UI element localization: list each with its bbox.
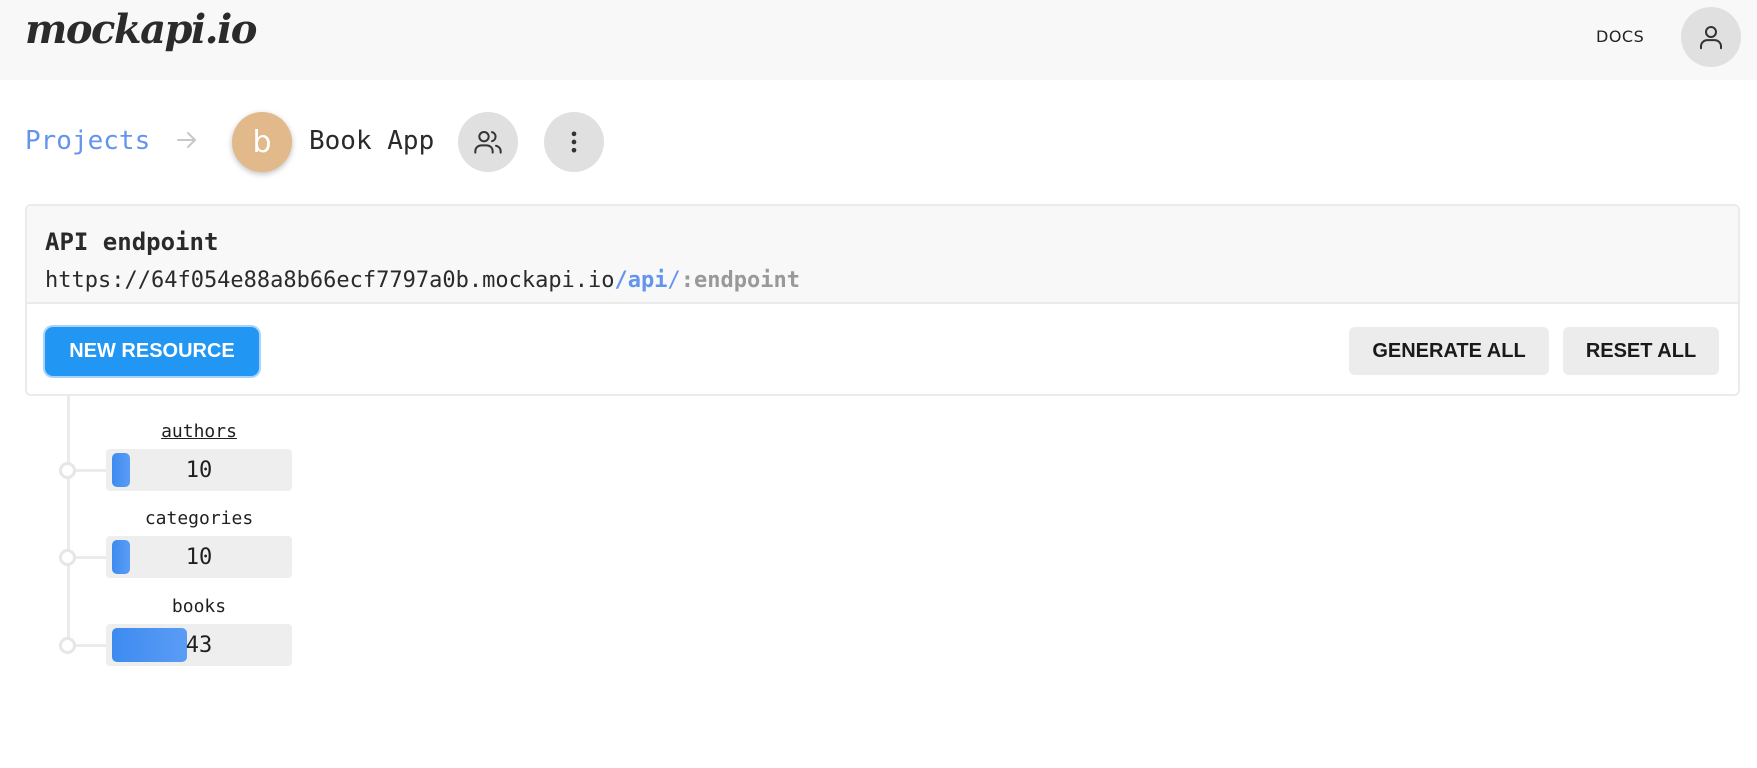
project-members-button[interactable]: [458, 112, 518, 172]
api-endpoint-title: API endpoint: [45, 228, 219, 256]
user-menu-button[interactable]: [1681, 7, 1741, 67]
logo[interactable]: mockapi.io: [25, 6, 257, 53]
resource-name[interactable]: books: [106, 596, 292, 617]
user-icon: [1700, 26, 1722, 50]
resource-count: 43: [185, 632, 213, 658]
breadcrumb-projects-link[interactable]: Projects: [25, 126, 150, 156]
endpoint-base: https://64f054e88a8b66ecf7797a0b.mockapi…: [45, 268, 615, 293]
arrow-right-icon: [177, 132, 196, 148]
tree-node-dot: [59, 637, 76, 654]
breadcrumb: Projects b Book App: [25, 111, 1025, 173]
api-endpoint-url[interactable]: https://64f054e88a8b66ecf7797a0b.mockapi…: [45, 268, 800, 293]
new-resource-button[interactable]: NEW RESOURCE: [45, 327, 259, 376]
tree-node-dot: [59, 549, 76, 566]
resource-count-bar[interactable]: 10: [106, 536, 292, 578]
resource-name[interactable]: categories: [106, 508, 292, 529]
api-endpoint-card: API endpoint https://64f054e88a8b66ecf77…: [25, 204, 1740, 396]
api-endpoint-header: API endpoint https://64f054e88a8b66ecf77…: [27, 206, 1738, 304]
endpoint-slash: /: [667, 268, 681, 293]
users-icon: [474, 131, 502, 154]
reset-all-button[interactable]: RESET ALL: [1563, 327, 1719, 375]
endpoint-api-segment: /api: [614, 268, 668, 293]
generate-all-button[interactable]: GENERATE ALL: [1349, 327, 1549, 375]
resource-count-bar[interactable]: 10: [106, 449, 292, 491]
tree-node-dot: [59, 462, 76, 479]
project-avatar: b: [232, 112, 292, 172]
resource-count: 10: [185, 544, 213, 570]
project-name: Book App: [309, 126, 435, 156]
project-more-button[interactable]: [544, 112, 604, 172]
top-bar: mockapi.io DOCS: [0, 0, 1757, 80]
resource-count-bar[interactable]: 43: [106, 624, 292, 666]
endpoint-param: :endpoint: [680, 268, 800, 293]
resource-name[interactable]: authors: [106, 421, 292, 442]
resource-tree-line: [67, 396, 70, 646]
docs-link[interactable]: DOCS: [1596, 27, 1644, 46]
more-vertical-icon: [571, 131, 577, 153]
resource-count: 10: [185, 457, 213, 483]
